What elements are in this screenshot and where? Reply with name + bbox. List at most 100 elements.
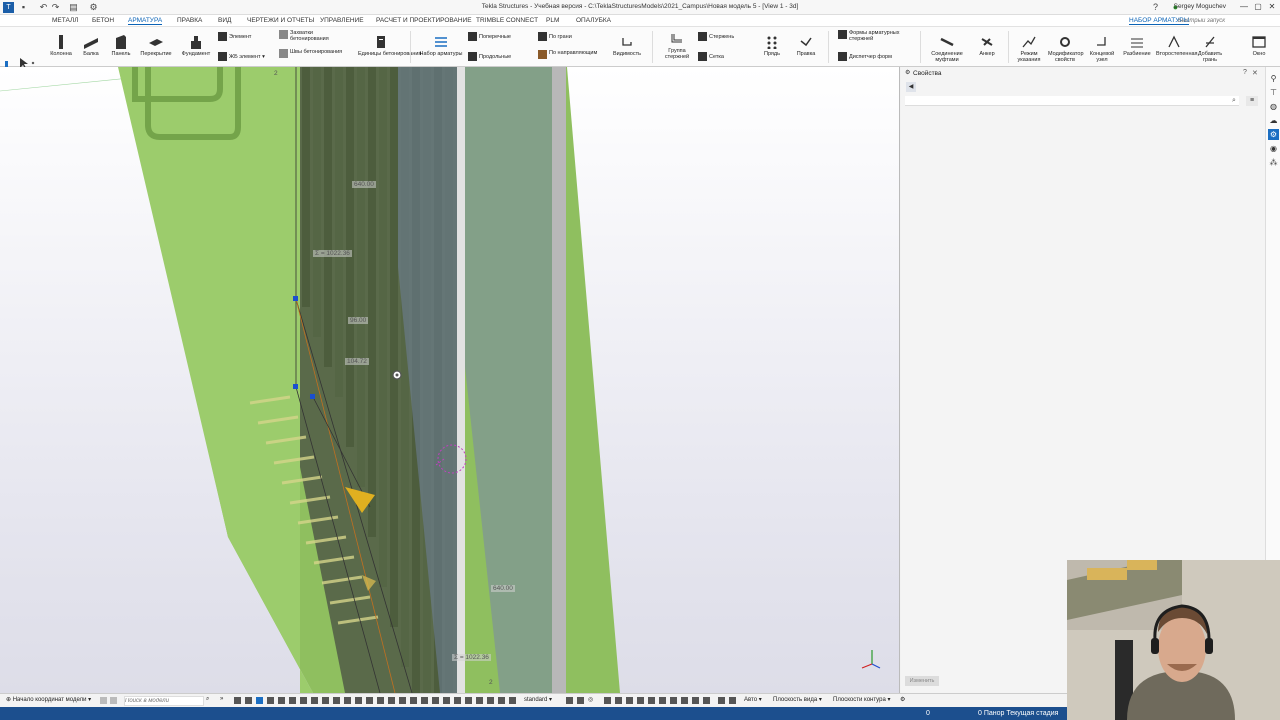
view-tool-icon[interactable] bbox=[648, 697, 655, 704]
view-tool-icon[interactable] bbox=[718, 697, 725, 704]
select-tool-icon[interactable] bbox=[256, 697, 263, 704]
okno-button[interactable]: Окно bbox=[1246, 35, 1272, 57]
element-button[interactable]: Элемент bbox=[218, 32, 251, 41]
search-icon[interactable]: ⌕ bbox=[1232, 97, 1236, 105]
prodolnye-button[interactable]: Продольные bbox=[468, 52, 511, 61]
view-tool-icon[interactable] bbox=[703, 697, 710, 704]
expand-icon[interactable]: » bbox=[220, 696, 223, 702]
setka-button[interactable]: Сетка bbox=[698, 52, 724, 61]
model-search-input[interactable] bbox=[124, 696, 204, 706]
tab-plm[interactable]: PLM bbox=[546, 17, 559, 24]
konechniy-button[interactable]: Концевой узел bbox=[1086, 35, 1118, 63]
menu-icon[interactable]: ≡ bbox=[1246, 96, 1258, 106]
pin-icon[interactable]: ⚲ bbox=[1268, 73, 1279, 84]
snap-tool-icon[interactable] bbox=[333, 697, 340, 704]
settings-icon[interactable]: ⚙ bbox=[900, 696, 905, 703]
tab-metall[interactable]: МЕТАЛЛ bbox=[52, 17, 79, 24]
razbienie-button[interactable]: Разбиение bbox=[1120, 35, 1154, 57]
soedinenie-button[interactable]: Соединение муфтами bbox=[928, 35, 966, 63]
cloud-icon[interactable]: ☁ bbox=[1268, 115, 1279, 126]
dobavit-button[interactable]: Добавить грань bbox=[1194, 35, 1226, 63]
toggle-icon[interactable] bbox=[110, 697, 117, 704]
fundament-button[interactable]: Фундамент bbox=[180, 35, 212, 57]
pravka-rebar-button[interactable]: Правка bbox=[793, 35, 819, 57]
standard-select[interactable]: standard ▾ bbox=[524, 696, 552, 703]
snap-tool-icon[interactable] bbox=[454, 697, 461, 704]
back-button[interactable]: ◀ bbox=[906, 82, 916, 92]
tab-pravka[interactable]: ПРАВКА bbox=[177, 17, 202, 24]
view-tool-icon[interactable] bbox=[729, 697, 736, 704]
select-tool-icon[interactable] bbox=[234, 697, 241, 704]
tab-trimble-connect[interactable]: TRIMBLE CONNECT bbox=[476, 17, 538, 24]
maximize-button[interactable]: ▢ bbox=[1251, 1, 1265, 13]
select-tool-icon[interactable] bbox=[322, 697, 329, 704]
snap-tool-icon[interactable] bbox=[366, 697, 373, 704]
snap-tool-icon[interactable] bbox=[509, 697, 516, 704]
catalog-icon[interactable]: ◉ bbox=[1268, 143, 1279, 154]
snap-tool-icon[interactable] bbox=[421, 697, 428, 704]
zakhvatki-button[interactable]: Захватки бетонирования bbox=[279, 30, 343, 42]
quick-launch-input[interactable] bbox=[1178, 16, 1240, 26]
view-plane-select[interactable]: Плоскость вида ▾ bbox=[773, 696, 822, 703]
tab-raschet[interactable]: РАСЧЕТ И ПРОЕКТИРОВАНИЕ bbox=[376, 17, 472, 24]
formy-button[interactable]: Формы арматурных стержней bbox=[838, 30, 918, 42]
select-tool-icon[interactable] bbox=[267, 697, 274, 704]
panel-button[interactable]: Панель bbox=[108, 35, 134, 57]
snap-tool-icon[interactable] bbox=[388, 697, 395, 704]
tab-vid[interactable]: ВИД bbox=[218, 17, 231, 24]
vidimost-button[interactable]: Видимость bbox=[611, 35, 643, 57]
close-icon[interactable]: ✕ bbox=[1252, 69, 1258, 77]
properties-search-input[interactable] bbox=[905, 96, 1239, 106]
view-tool-icon[interactable] bbox=[659, 697, 666, 704]
snap-tool-icon[interactable] bbox=[443, 697, 450, 704]
snap-tool-icon[interactable] bbox=[377, 697, 384, 704]
globe-icon[interactable]: ◍ bbox=[1268, 101, 1279, 112]
view-tool-icon[interactable] bbox=[670, 697, 677, 704]
view-tool-icon[interactable] bbox=[637, 697, 644, 704]
snap-tool-icon[interactable] bbox=[399, 697, 406, 704]
help-icon[interactable]: ? bbox=[1150, 2, 1161, 13]
handle[interactable] bbox=[293, 384, 298, 389]
layers-icon[interactable]: ⊤ bbox=[1268, 87, 1279, 98]
snap-tool-icon[interactable] bbox=[355, 697, 362, 704]
po-grani-button[interactable]: По грани bbox=[538, 32, 572, 41]
balka-button[interactable]: Балка bbox=[78, 35, 104, 57]
select-tool-icon[interactable] bbox=[289, 697, 296, 704]
apply-button[interactable]: Изменить bbox=[905, 676, 939, 686]
handle[interactable] bbox=[293, 296, 298, 301]
auto-select[interactable]: Авто ▾ bbox=[744, 696, 762, 703]
snap-tool-icon[interactable] bbox=[432, 697, 439, 704]
help-icon[interactable]: ? bbox=[1243, 69, 1247, 76]
plane-tool-icon[interactable] bbox=[566, 697, 573, 704]
rezhim-button[interactable]: Режим указания bbox=[1012, 35, 1046, 63]
zhb-element-button[interactable]: ЖБ элемент ▾ bbox=[218, 52, 265, 61]
nabor-armatury-button[interactable]: Набор арматуры bbox=[418, 35, 464, 57]
origin-select[interactable]: ⊕ Начало координат модели ▾ bbox=[6, 696, 91, 703]
vtorostepennaya-button[interactable]: Второстепенная bbox=[1156, 35, 1198, 57]
select-tool-icon[interactable] bbox=[311, 697, 318, 704]
dispetcher-button[interactable]: Диспетчер форм bbox=[838, 52, 892, 61]
tab-upravlenie[interactable]: УПРАВЛЕНИЕ bbox=[320, 17, 364, 24]
model-view-3d[interactable]: 2 2 640.00 Σ = 1022.36 96.00 104.72 640.… bbox=[0, 67, 900, 693]
toggle-icon[interactable] bbox=[100, 697, 107, 704]
view-tool-icon[interactable] bbox=[615, 697, 622, 704]
sterzhen-button[interactable]: Стержень bbox=[698, 32, 734, 41]
select-tool-icon[interactable] bbox=[278, 697, 285, 704]
kolonna-button[interactable]: Колонна bbox=[48, 35, 74, 57]
tab-armatura[interactable]: АРМАТУРА bbox=[128, 17, 163, 25]
shvy-button[interactable]: Швы бетонирования bbox=[279, 49, 349, 58]
tab-chertezhi[interactable]: ЧЕРТЕЖИ И ОТЧЕТЫ bbox=[247, 17, 314, 24]
snap-tool-icon[interactable] bbox=[465, 697, 472, 704]
close-button[interactable]: ✕ bbox=[1265, 1, 1279, 13]
perekrytie-button[interactable]: Перекрытие bbox=[138, 35, 174, 57]
po-napravl-button[interactable]: По направляющим bbox=[538, 50, 608, 59]
snap-tool-icon[interactable] bbox=[410, 697, 417, 704]
view-tool-icon[interactable] bbox=[692, 697, 699, 704]
contour-plane-select[interactable]: Плоскости контура ▾ bbox=[833, 696, 890, 703]
tab-beton[interactable]: БЕТОН bbox=[92, 17, 114, 24]
plane-tool-icon[interactable] bbox=[577, 697, 584, 704]
view-tool-icon[interactable] bbox=[604, 697, 611, 704]
poperechnye-button[interactable]: Поперечные bbox=[468, 32, 511, 41]
snap-tool-icon[interactable] bbox=[498, 697, 505, 704]
select-tool-icon[interactable] bbox=[300, 697, 307, 704]
